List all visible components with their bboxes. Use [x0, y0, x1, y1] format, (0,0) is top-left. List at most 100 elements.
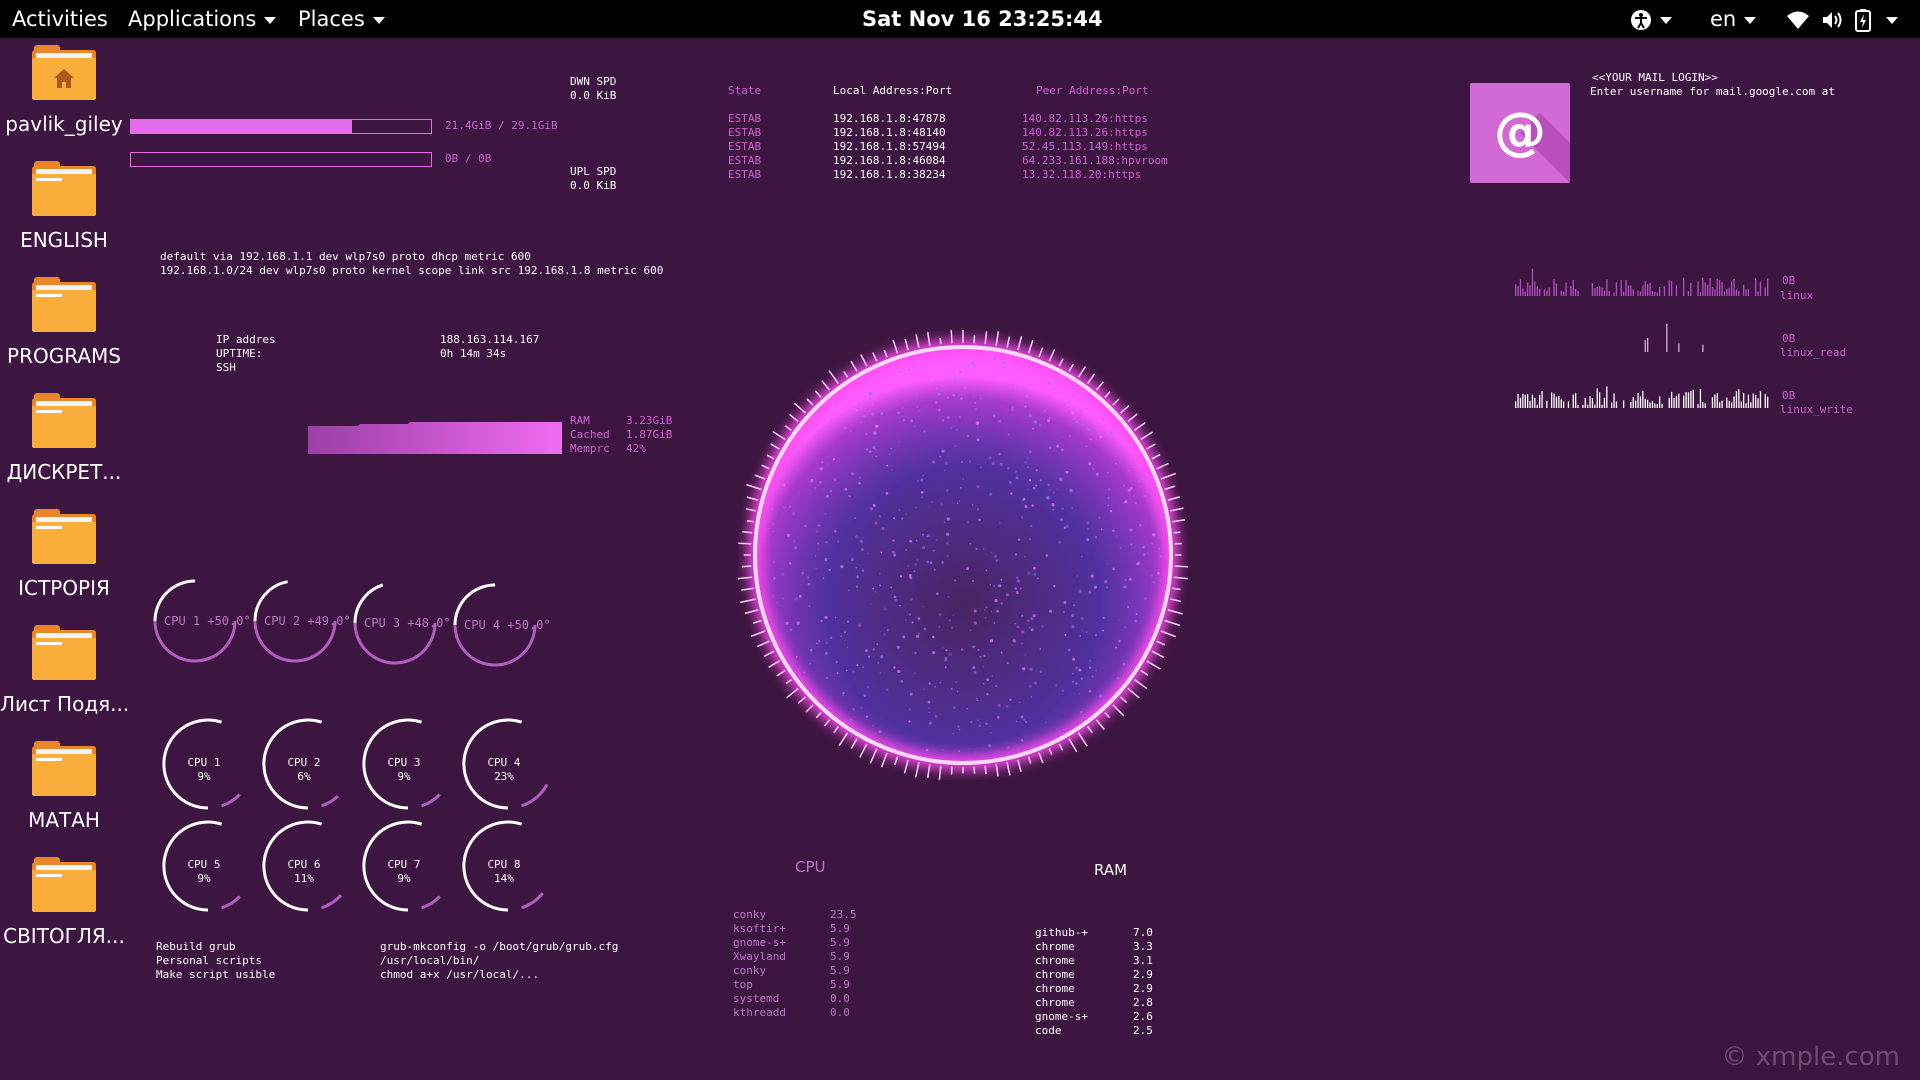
- chevron-down-icon: [1744, 16, 1757, 24]
- mail-tile[interactable]: @: [1470, 83, 1570, 183]
- io-graph-bar: [1651, 401, 1654, 408]
- io-graph-bar: [1767, 396, 1769, 408]
- process-usage: 0.0: [830, 1006, 850, 1019]
- applications-label: Applications: [128, 7, 257, 31]
- io-graph-bar: [1644, 340, 1646, 352]
- io-graph-bar: [1546, 290, 1548, 296]
- desktop-item[interactable]: pavlik_giley: [0, 45, 128, 136]
- cpu-temp-label: CPU 3 +48.0°: [364, 616, 451, 630]
- desktop-item[interactable]: ENGLISH: [0, 161, 128, 252]
- io-graph-bar: [1709, 278, 1711, 296]
- volume-icon: [1822, 12, 1842, 28]
- io-graph-bar: [1702, 401, 1704, 408]
- io-graph-bar: [1721, 400, 1723, 408]
- desktop-item[interactable]: ДИСКРЕТ...: [0, 393, 128, 484]
- io-graph-bar: [1539, 288, 1541, 296]
- io-value: 0B: [1782, 389, 1796, 402]
- io-graph-bar: [1685, 391, 1687, 408]
- io-graph-bar: [1536, 286, 1538, 296]
- disk-other-text: 0B / 0B: [445, 152, 492, 165]
- io-graph-bar: [1606, 386, 1608, 408]
- memprc-value: 42%: [626, 442, 646, 455]
- io-graph-bar: [1675, 285, 1678, 296]
- particle-orb-visualizer: [738, 330, 1188, 780]
- io-graph-bar: [1630, 401, 1632, 408]
- io-graph-bar: [1702, 344, 1704, 352]
- folder-icon: [32, 509, 96, 564]
- accessibility-menu[interactable]: [1630, 0, 1672, 38]
- io-graph-bar: [1699, 292, 1702, 296]
- cpu-load-name: CPU 6: [287, 858, 321, 871]
- language-menu[interactable]: en: [1710, 0, 1757, 38]
- io-graph-bar: [1591, 283, 1594, 296]
- process-row: systemd 0.0: [733, 992, 857, 1006]
- io-graph-bar: [1743, 393, 1745, 408]
- io-graph-bar: [1687, 291, 1690, 296]
- process-usage: 2.6: [1133, 1010, 1153, 1023]
- desktop-item[interactable]: PROGRAMS: [0, 277, 128, 368]
- battery-icon: [1855, 9, 1872, 32]
- disk-other-bar: [130, 152, 432, 167]
- process-name: chrome: [1035, 940, 1075, 953]
- connection-cell: ESTAB: [728, 140, 762, 153]
- cpu-load-value: 23%: [494, 770, 514, 783]
- cpu-load-gauge: CPU 8 14%: [460, 820, 560, 914]
- io-graph-bar: [1587, 404, 1589, 408]
- io-graph-bar: [1637, 290, 1639, 296]
- io-graph-bar: [1747, 394, 1750, 408]
- io-graph-bar: [1731, 281, 1733, 296]
- system-menu[interactable]: [1786, 0, 1899, 38]
- io-graph-bar: [1656, 403, 1658, 408]
- desktop-item[interactable]: СВІТОГЛЯ...: [0, 857, 128, 948]
- desktop-item[interactable]: ІСТРОРІЯ: [0, 509, 128, 600]
- activities-button[interactable]: Activities: [12, 0, 108, 38]
- cpu-load-label: CPU 5 9%: [172, 858, 236, 886]
- home-folder-icon: [32, 45, 96, 100]
- mail-prompt: Enter username for mail.google.com at: [1590, 85, 1836, 98]
- io-graph-bar: [1606, 279, 1608, 296]
- connection-cell: 192.168.1.8:57494: [833, 140, 946, 153]
- route-line: 192.168.1.0/24 dev wlp7s0 proto kernel s…: [160, 264, 664, 277]
- cpu-load-label: CPU 3 9%: [372, 756, 436, 784]
- desktop-item[interactable]: Лист Подя...: [0, 625, 129, 716]
- applications-menu[interactable]: Applications: [128, 0, 277, 38]
- process-usage: 2.9: [1133, 982, 1153, 995]
- language-label: en: [1710, 7, 1737, 31]
- places-menu[interactable]: Places: [298, 0, 385, 38]
- connection-cell: 140.82.113.26:https: [1022, 126, 1148, 139]
- cached-value: 1.87GiB: [626, 428, 673, 441]
- cpu-load-label: CPU 7 9%: [372, 858, 436, 886]
- io-graph-bar: [1553, 393, 1555, 408]
- cpu-load-name: CPU 3: [387, 756, 421, 769]
- io-graph-bar: [1591, 398, 1594, 408]
- cpu-temp-ring: CPU 3 +48.0°: [352, 580, 451, 666]
- io-graph-bar: [1731, 402, 1733, 408]
- process-row: top 5.9: [733, 978, 857, 992]
- folder-icon: [32, 625, 96, 680]
- cpu-load-gauge: CPU 6 11%: [260, 820, 360, 914]
- io-graph-bar: [1743, 284, 1745, 296]
- connection-cell: 192.168.1.8:46084: [833, 154, 946, 167]
- cpu-load-name: CPU 4: [487, 756, 521, 769]
- io-graph-bar: [1654, 291, 1656, 296]
- cpu-load-value: 14%: [494, 872, 514, 885]
- io-graph-bar: [1594, 287, 1596, 296]
- route-line: default via 192.168.1.1 dev wlp7s0 proto…: [160, 250, 531, 263]
- top-ram-title: RAM: [1094, 861, 1128, 879]
- io-graph-bar: [1764, 394, 1766, 408]
- io-graph-bar: [1747, 289, 1750, 296]
- process-row: chrome 3.3: [1035, 940, 1153, 954]
- clock[interactable]: Sat Nov 16 23:25:44: [862, 0, 1103, 38]
- at-sign-icon: @: [1494, 102, 1570, 183]
- connection-cell: ESTAB: [728, 112, 762, 125]
- io-graph-bar: [1603, 290, 1606, 296]
- io-graph-bar: [1519, 397, 1522, 408]
- process-name: Xwayland: [733, 950, 786, 963]
- desktop-item[interactable]: МАТАН: [0, 741, 128, 832]
- cpu-temp-ring: CPU 2 +49.0°: [252, 578, 351, 664]
- io-graph-bar: [1644, 281, 1646, 296]
- io-graph-bar: [1687, 392, 1690, 408]
- process-row: code 2.5: [1035, 1024, 1153, 1038]
- cpu-load-name: CPU 5: [187, 858, 221, 871]
- process-usage: 5.9: [830, 964, 850, 977]
